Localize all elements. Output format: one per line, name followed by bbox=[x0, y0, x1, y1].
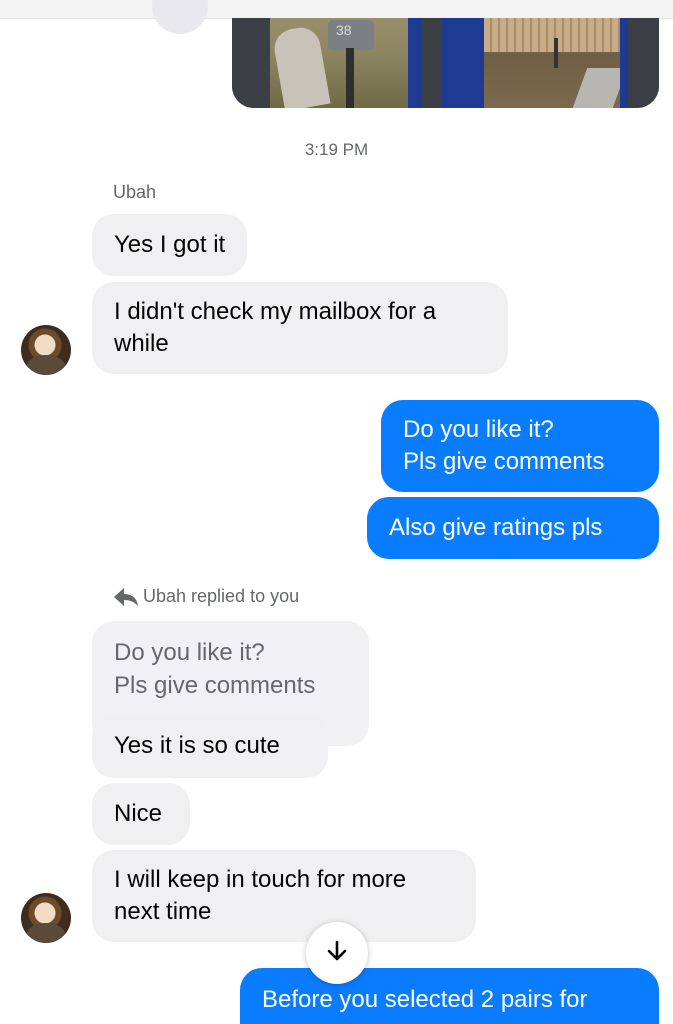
sender-name: Ubah bbox=[113, 182, 157, 202]
lamp-post bbox=[554, 38, 558, 68]
message-text-line: while bbox=[114, 330, 169, 357]
scroll-to-bottom-button[interactable] bbox=[306, 922, 368, 984]
reply-label: Ubah replied to you bbox=[143, 586, 300, 606]
front-yard-photo[interactable] bbox=[484, 18, 620, 108]
message-text: Before you selected 2 pairs for bbox=[262, 986, 588, 1013]
message-text-line: Do you like it? bbox=[403, 416, 554, 443]
incoming-message[interactable]: Nice bbox=[92, 783, 190, 845]
contact-avatar[interactable] bbox=[21, 893, 71, 943]
message-text: Nice bbox=[114, 800, 163, 827]
reply-arrow-icon bbox=[113, 587, 139, 607]
previous-bubble-edge bbox=[152, 0, 208, 34]
message-text-line: Pls give comments bbox=[403, 448, 605, 475]
photo-gap bbox=[422, 18, 442, 108]
reply-context: Ubah replied to you bbox=[113, 586, 299, 607]
shared-photos: 38 bbox=[232, 18, 659, 108]
photo-gap bbox=[628, 18, 659, 108]
message-text-line: next time bbox=[114, 898, 212, 925]
message-text: Yes I got it bbox=[114, 231, 226, 258]
fence bbox=[484, 18, 620, 52]
incoming-message[interactable]: Yes it is so cute bbox=[92, 715, 328, 778]
outgoing-message[interactable]: Also give ratings pls bbox=[367, 497, 659, 559]
message-text-line: I didn't check my mailbox for a bbox=[114, 298, 437, 325]
mailbox-post bbox=[346, 48, 354, 108]
quoted-message-text: Do you like it? Pls give comments bbox=[114, 636, 315, 702]
mailbox-number: 38 bbox=[336, 22, 352, 38]
quoted-line: Pls give comments bbox=[114, 672, 316, 699]
outgoing-message[interactable]: Before you selected 2 pairs for bbox=[240, 968, 659, 1024]
photo-gap bbox=[232, 18, 270, 108]
message-text-line: I will keep in touch for more bbox=[114, 866, 407, 893]
incoming-message[interactable]: I didn't check my mailbox for a while bbox=[92, 282, 508, 374]
top-bar bbox=[0, 0, 673, 19]
message-text: Also give ratings pls bbox=[389, 514, 603, 541]
arrow-down-icon bbox=[326, 940, 348, 967]
walkway bbox=[572, 68, 620, 108]
hand bbox=[271, 24, 331, 108]
mailbox-photo[interactable]: 38 bbox=[270, 18, 408, 108]
outgoing-message[interactable]: Do you like it? Pls give comments bbox=[381, 400, 659, 492]
incoming-message[interactable]: Yes I got it bbox=[92, 214, 248, 276]
incoming-message[interactable]: I will keep in touch for more next time bbox=[92, 850, 476, 942]
contact-avatar[interactable] bbox=[21, 325, 71, 375]
quoted-line: Do you like it? bbox=[114, 639, 265, 666]
message-timestamp: 3:19 PM bbox=[304, 140, 369, 159]
message-text: Yes it is so cute bbox=[114, 732, 280, 759]
